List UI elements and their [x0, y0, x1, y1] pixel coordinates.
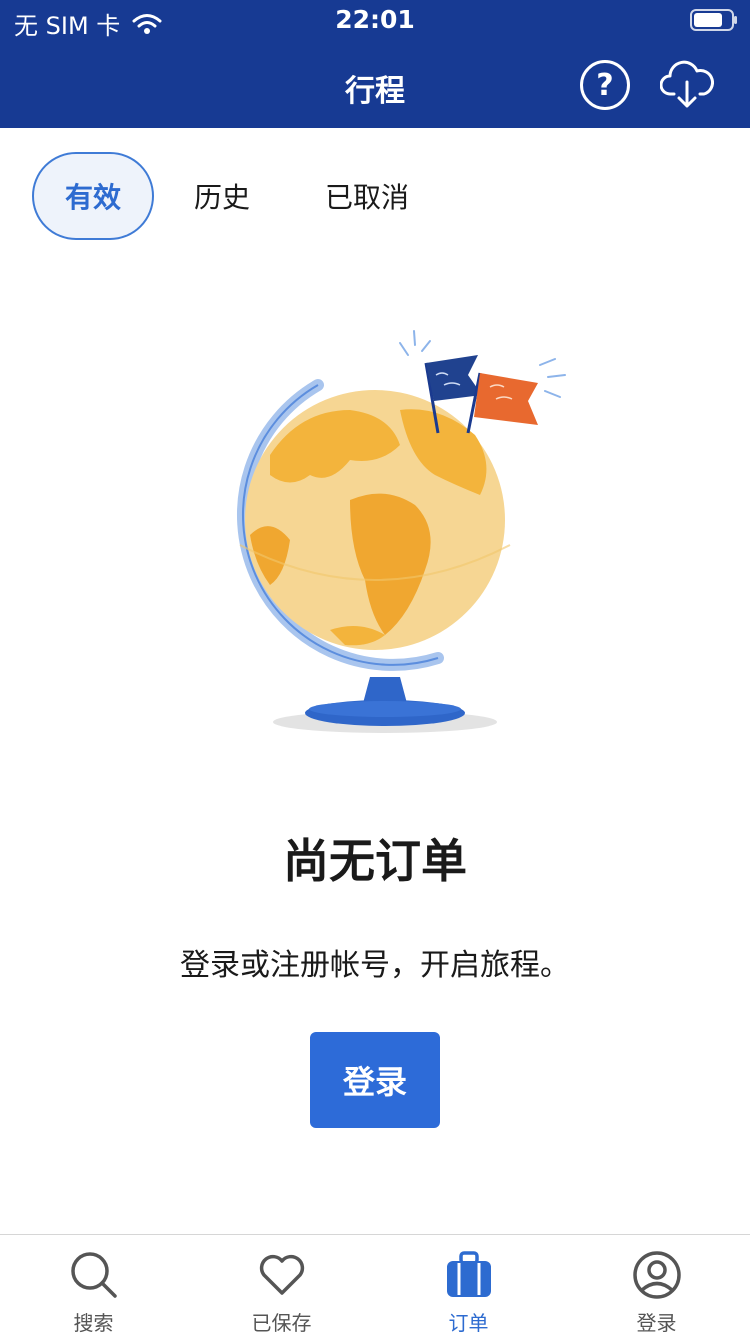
empty-state-title: 尚无订单 [283, 834, 467, 888]
sparkle-lines [539, 358, 566, 398]
tab-bar-label: 搜索 [73, 1311, 114, 1334]
tab-bar-saved[interactable]: 已保存 [188, 1235, 375, 1334]
page-title: 行程 [345, 74, 405, 109]
login-button[interactable]: 登录 [310, 1032, 440, 1128]
suitcase-icon [446, 1251, 491, 1297]
globe-base-top [309, 701, 461, 717]
flag-blue [426, 355, 482, 401]
tab-bar-label: 已保存 [251, 1311, 312, 1334]
empty-state-description: 登录或注册帐号，开启旅程。 [180, 948, 570, 983]
tab-bar-label: 登录 [636, 1311, 677, 1334]
tab-bar-label: 订单 [448, 1311, 489, 1334]
search-icon [70, 1252, 117, 1298]
status-time: 22:01 [335, 5, 415, 34]
app-header: 无 SIM 卡 22:01 行程 ? [0, 0, 750, 128]
help-button[interactable]: ? [580, 60, 630, 110]
tab-history[interactable]: 历史 [170, 152, 274, 240]
user-circle-icon [632, 1251, 681, 1299]
help-circle-icon: ? [596, 67, 614, 103]
tab-bar-login[interactable]: 登录 [563, 1235, 750, 1334]
tab-bar-search[interactable]: 搜索 [0, 1235, 187, 1334]
flag-orange [474, 373, 538, 425]
tab-cancelled[interactable]: 已取消 [300, 152, 434, 240]
cloud-download-icon[interactable] [660, 58, 714, 110]
tab-active[interactable]: 有效 [32, 152, 154, 240]
battery-icon [690, 9, 737, 31]
globe-illustration [237, 330, 566, 733]
status-bar: 无 SIM 卡 22:01 [0, 0, 750, 40]
bottom-tab-bar: 搜索 已保存 订单 登录 [0, 1234, 750, 1334]
tab-bar-orders[interactable]: 订单 [375, 1235, 562, 1334]
heart-icon [259, 1254, 304, 1295]
sparkle-lines [399, 330, 431, 356]
